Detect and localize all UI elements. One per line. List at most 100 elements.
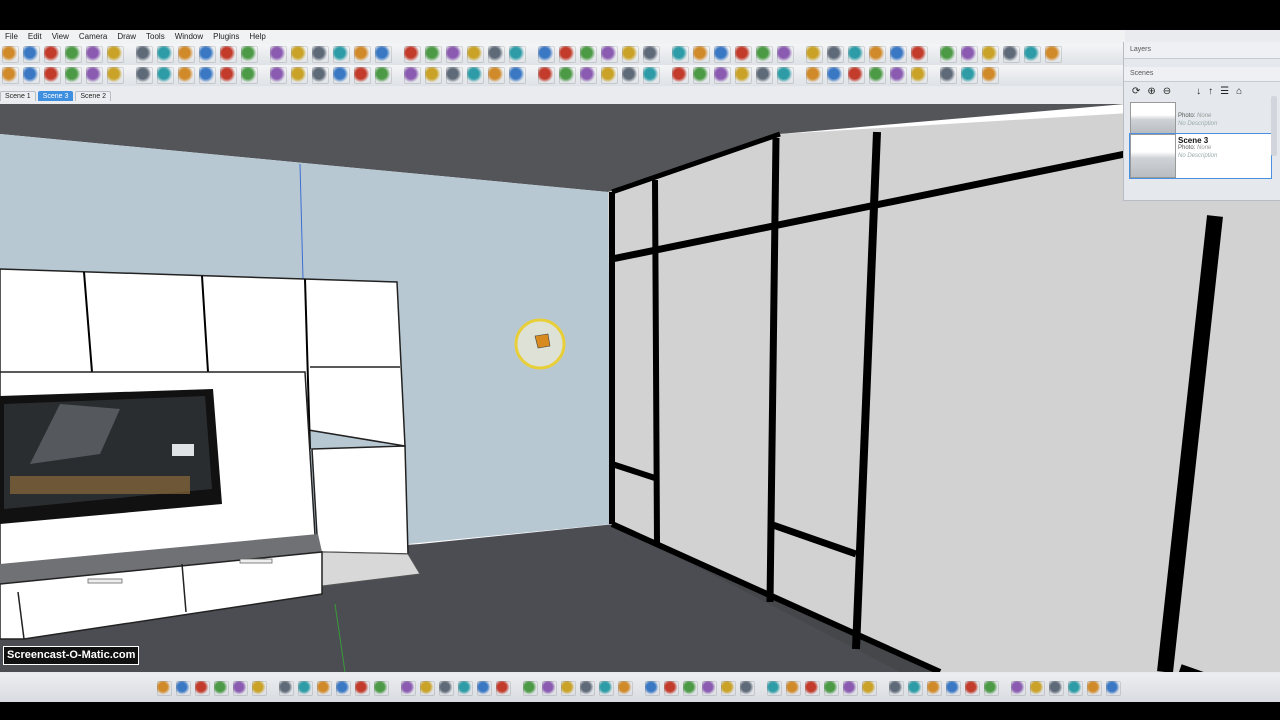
hidden-line-icon[interactable] xyxy=(911,67,928,84)
shadow-icon[interactable] xyxy=(806,67,823,84)
move-down-icon[interactable]: ↓ xyxy=(1196,86,1201,97)
layer-icon[interactable] xyxy=(446,67,463,84)
pan-icon[interactable] xyxy=(496,680,511,696)
layers-panel-title[interactable]: Layers xyxy=(1124,42,1280,59)
back-view-icon[interactable] xyxy=(683,680,698,696)
previous-view-icon[interactable] xyxy=(233,680,248,696)
pencil-icon[interactable] xyxy=(65,46,82,63)
next-view-icon[interactable] xyxy=(580,680,595,696)
menu-help[interactable]: Help xyxy=(244,30,270,44)
right-view-icon[interactable] xyxy=(984,680,999,696)
menu-plugins[interactable]: Plugins xyxy=(208,30,244,44)
textured-icon[interactable] xyxy=(291,67,308,84)
pan-icon[interactable] xyxy=(982,46,999,63)
rotate-icon[interactable] xyxy=(220,46,237,63)
text-icon[interactable] xyxy=(375,46,392,63)
shaded-icon[interactable] xyxy=(601,67,618,84)
next-view-icon[interactable] xyxy=(908,680,923,696)
flip-edge-icon[interactable] xyxy=(756,67,773,84)
pan-icon[interactable] xyxy=(824,680,839,696)
style-icon[interactable] xyxy=(509,67,526,84)
stamp-icon[interactable] xyxy=(44,67,61,84)
scene-list-item-selected[interactable]: Scene 3 Photo: None No Description xyxy=(1129,133,1272,179)
tab-scene-1[interactable]: Scene 1 xyxy=(0,91,36,101)
x-ray-icon[interactable] xyxy=(401,680,416,696)
smoove-icon[interactable] xyxy=(23,67,40,84)
zoom-icon[interactable] xyxy=(523,680,538,696)
iso-view-icon[interactable] xyxy=(599,680,614,696)
zoom-icon[interactable] xyxy=(1003,46,1020,63)
top-view-icon[interactable] xyxy=(298,680,313,696)
pencil-icon[interactable] xyxy=(601,46,618,63)
fog-icon[interactable] xyxy=(420,680,435,696)
move-up-icon[interactable]: ↑ xyxy=(1208,86,1213,97)
back-view-icon[interactable] xyxy=(355,680,370,696)
textured-icon[interactable] xyxy=(961,67,978,84)
front-view-icon[interactable] xyxy=(317,680,332,696)
orbit-icon[interactable] xyxy=(477,680,492,696)
menu-tools[interactable]: Tools xyxy=(141,30,170,44)
sandbox-icon[interactable] xyxy=(333,67,350,84)
component-icon[interactable] xyxy=(1045,46,1062,63)
wireframe-icon[interactable] xyxy=(890,67,907,84)
zoom-icon[interactable] xyxy=(195,680,210,696)
tab-scene-2[interactable]: Scene 2 xyxy=(75,91,112,101)
stamp-icon[interactable] xyxy=(714,67,731,84)
hidden-line-icon[interactable] xyxy=(241,67,258,84)
left-view-icon[interactable] xyxy=(374,680,389,696)
layer-icon[interactable] xyxy=(777,67,794,84)
line-icon[interactable] xyxy=(86,46,103,63)
move-icon[interactable] xyxy=(735,46,752,63)
menu-edit[interactable]: Edit xyxy=(23,30,47,44)
arc-icon[interactable] xyxy=(693,46,710,63)
rotate-icon[interactable] xyxy=(756,46,773,63)
push-pull-icon[interactable] xyxy=(178,46,195,63)
shaded-icon[interactable] xyxy=(940,67,957,84)
style-icon[interactable] xyxy=(848,67,865,84)
x-ray-icon[interactable] xyxy=(1049,680,1064,696)
scenes-panel-title[interactable]: Scenes xyxy=(1124,67,1280,82)
fog-icon[interactable] xyxy=(488,67,505,84)
eraser-icon[interactable] xyxy=(580,46,597,63)
view-options-icon[interactable]: ☰ xyxy=(1220,86,1229,97)
eraser-icon[interactable] xyxy=(44,46,61,63)
tape-measure-icon[interactable] xyxy=(291,46,308,63)
style-icon[interactable] xyxy=(178,67,195,84)
shadow-icon[interactable] xyxy=(136,67,153,84)
right-view-icon[interactable] xyxy=(336,680,351,696)
stamp-icon[interactable] xyxy=(375,67,392,84)
rectangle-icon[interactable] xyxy=(643,46,660,63)
dimension-icon[interactable] xyxy=(354,46,371,63)
wireframe-icon[interactable] xyxy=(220,67,237,84)
circle-icon[interactable] xyxy=(672,46,689,63)
protractor-icon[interactable] xyxy=(312,46,329,63)
zoom-window-icon[interactable] xyxy=(542,680,557,696)
sandbox-icon[interactable] xyxy=(672,67,689,84)
shadow-icon[interactable] xyxy=(439,680,454,696)
text-icon[interactable] xyxy=(911,46,928,63)
left-view-icon[interactable] xyxy=(1030,680,1045,696)
scale-icon[interactable] xyxy=(241,46,258,63)
zoom-window-icon[interactable] xyxy=(862,680,877,696)
shaded-icon[interactable] xyxy=(270,67,287,84)
orbit-icon[interactable] xyxy=(961,46,978,63)
dimension-icon[interactable] xyxy=(890,46,907,63)
monochrome-icon[interactable] xyxy=(643,67,660,84)
fog-icon[interactable] xyxy=(157,67,174,84)
flip-edge-icon[interactable] xyxy=(425,67,442,84)
section-plane-icon[interactable] xyxy=(404,46,421,63)
pan-icon[interactable] xyxy=(446,46,463,63)
x-ray-icon[interactable] xyxy=(869,67,886,84)
next-view-icon[interactable] xyxy=(252,680,267,696)
section-plane-icon[interactable] xyxy=(940,46,957,63)
zoom-window-icon[interactable] xyxy=(214,680,229,696)
front-view-icon[interactable] xyxy=(965,680,980,696)
top-view-icon[interactable] xyxy=(618,680,633,696)
3d-viewport[interactable] xyxy=(0,104,1280,672)
tray-scrollbar[interactable] xyxy=(1271,96,1277,156)
menu-window[interactable]: Window xyxy=(170,30,208,44)
drape-icon[interactable] xyxy=(735,67,752,84)
axes-icon[interactable] xyxy=(333,46,350,63)
wireframe-icon[interactable] xyxy=(559,67,576,84)
left-view-icon[interactable] xyxy=(702,680,717,696)
